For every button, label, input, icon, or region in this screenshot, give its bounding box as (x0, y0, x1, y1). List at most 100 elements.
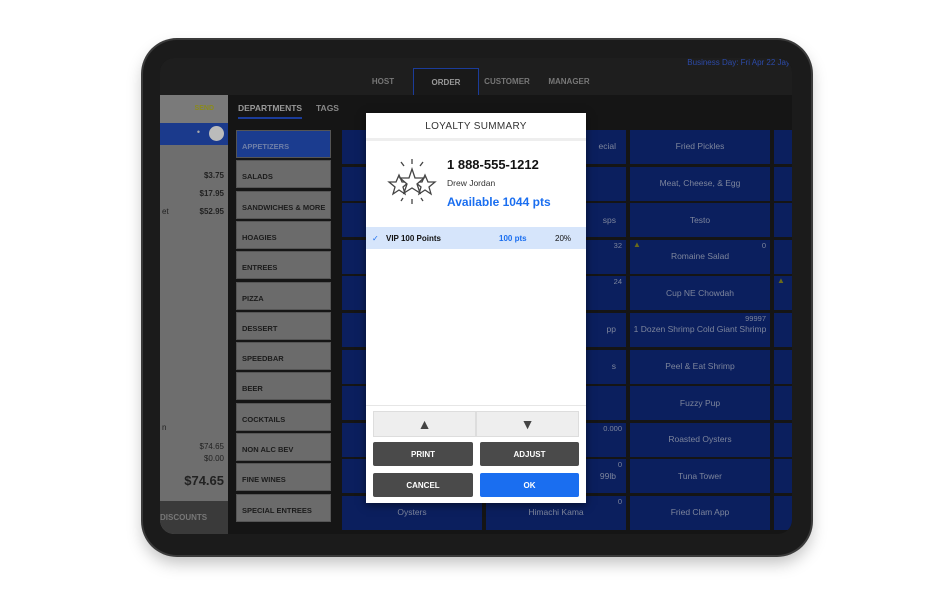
warning-icon: ▲ (633, 239, 641, 249)
menu-item[interactable]: Cup NE Chowdah (630, 276, 770, 311)
customer-phone: 1 888-555-1212 (447, 157, 539, 172)
discounts-button[interactable]: DISCOUNTS (160, 501, 228, 534)
check-icon: ✓ (372, 234, 379, 243)
stars-icon (387, 159, 437, 204)
scroll-up-button[interactable]: ▲ (373, 411, 476, 437)
adjust-button[interactable]: ADJUST (480, 442, 579, 466)
tax: $0.00 (203, 454, 224, 463)
department-special-entrees[interactable]: SPECIAL ENTREES (236, 493, 331, 522)
department-hoagies[interactable]: HOAGIES (236, 220, 331, 249)
menu-item[interactable]: Fried Clam App (630, 496, 770, 530)
tab-departments[interactable]: DEPARTMENTS (238, 103, 303, 119)
customer-bar[interactable]: • (160, 123, 228, 145)
department-dessert[interactable]: DESSERT (236, 311, 331, 340)
menu-item[interactable]: Peel & Eat Shrimp (630, 349, 770, 384)
total: $74.65 (184, 473, 224, 488)
menu-item-label: Romaine Salad (670, 251, 730, 262)
cancel-button[interactable]: CANCEL (373, 473, 473, 497)
menu-item[interactable] (774, 239, 792, 274)
tab-manager[interactable]: MANAGER (536, 68, 602, 95)
note-fragment: n (162, 423, 167, 432)
loyalty-summary-dialog: LOYALTY SUMMARY 1 888-555-1212 Drew Jord… (366, 113, 586, 503)
triangle-down-icon: ▼ (520, 416, 535, 432)
menu-item-label: Fried Pickles (675, 141, 725, 152)
warning-icon: ▲ (777, 276, 785, 286)
business-day: Business Day: Fri Apr 22 Jay (687, 58, 790, 67)
menu-item-label: 1 Dozen Shrimp Cold Giant Shrimp (633, 324, 767, 335)
menu-item-label: Fried Clam App (670, 507, 730, 518)
tab-host[interactable]: HOST (350, 68, 416, 95)
department-entrees[interactable]: ENTREES (236, 251, 331, 280)
menu-item-label: Himachi Kama (528, 507, 584, 518)
menu-item-label: ecial (598, 141, 616, 152)
menu-item[interactable]: Romaine Salad 0 ▲ (630, 239, 770, 274)
customer-name: Drew Jordan (447, 178, 496, 188)
item-count: 32 (613, 240, 622, 250)
tab-order[interactable]: ORDER (413, 68, 479, 95)
menu-item[interactable] (774, 313, 792, 347)
menu-item[interactable] (774, 349, 792, 384)
line-price[interactable]: $52.95 (200, 207, 224, 216)
tab-customer[interactable]: CUSTOMER (474, 68, 540, 95)
menu-item-label: 99lb (599, 470, 616, 481)
item-count: 24 (613, 277, 622, 287)
menu-item[interactable]: Tuna Tower (630, 459, 770, 494)
menu-item-label: sps (602, 214, 616, 225)
ok-button[interactable]: OK (480, 473, 579, 497)
line-name[interactable]: et (162, 207, 169, 216)
item-count: 0 (761, 240, 766, 250)
menu-item[interactable]: Fried Pickles (630, 130, 770, 164)
department-speedbar[interactable]: SPEEDBAR (236, 342, 331, 371)
menu-item[interactable] (774, 203, 792, 238)
reward-name: VIP 100 Points (386, 234, 441, 243)
print-button[interactable]: PRINT (373, 442, 473, 466)
menu-item-label: Oysters (397, 507, 427, 518)
order-panel: SEND • $3.75 $17.95 et $52.95 n $74.65 $… (160, 95, 228, 534)
tab-tags[interactable]: TAGS (316, 103, 339, 113)
menu-item-label: Meat, Cheese, & Egg (659, 177, 741, 188)
menu-item[interactable] (774, 166, 792, 201)
menu-item-label: Cup NE Chowdah (665, 287, 735, 298)
menu-item[interactable] (774, 496, 792, 530)
triangle-up-icon: ▲ (417, 416, 432, 432)
menu-item[interactable]: ▲ (774, 276, 792, 311)
menu-item-label: Testo (689, 214, 711, 225)
department-fine-wines[interactable]: FINE WINES (236, 463, 331, 492)
top-nav: Business Day: Fri Apr 22 Jay HOST ORDER … (160, 58, 792, 95)
menu-item-label: s (611, 360, 616, 371)
scroll-down-button[interactable]: ▼ (476, 411, 579, 437)
department-non-alc-bev[interactable]: NON ALC BEV (236, 433, 331, 461)
menu-item-label: Fuzzy Pup (679, 397, 721, 408)
item-count: 99997 (745, 314, 766, 323)
line-price[interactable]: $17.95 (200, 189, 224, 198)
menu-item-label: Tuna Tower (678, 470, 722, 481)
reward-row[interactable]: ✓ VIP 100 Points 100 pts 20% (366, 227, 586, 249)
department-cocktails[interactable]: COCKTAILS (236, 402, 331, 431)
department-salads[interactable]: SALADS (236, 160, 331, 189)
send-button[interactable]: SEND (195, 105, 214, 112)
dialog-title: LOYALTY SUMMARY (366, 113, 586, 141)
item-count: 0 (617, 460, 622, 470)
user-avatar-icon[interactable] (209, 126, 224, 141)
reward-points: 100 pts (499, 234, 527, 243)
menu-item[interactable]: Testo (630, 203, 770, 238)
menu-item[interactable]: 1 Dozen Shrimp Cold Giant Shrimp 99997 (630, 313, 770, 347)
department-appetizers[interactable]: APPETIZERS (236, 130, 331, 158)
department-pizza[interactable]: PIZZA (236, 281, 331, 310)
menu-item[interactable]: Fuzzy Pup (630, 386, 770, 421)
menu-item-label: pp (606, 324, 616, 335)
available-points: Available 1044 pts (447, 195, 551, 209)
menu-item[interactable]: Roasted Oysters (630, 422, 770, 457)
line-price[interactable]: $3.75 (204, 171, 224, 180)
menu-item[interactable] (774, 422, 792, 457)
reward-discount: 20% (555, 234, 572, 243)
department-sandwiches-more[interactable]: SANDWICHES & MORE (236, 190, 331, 219)
menu-item[interactable] (774, 130, 792, 164)
department-beer[interactable]: BEER (236, 372, 331, 401)
item-count: 0 (617, 497, 622, 506)
menu-item-label: Peel & Eat Shrimp (665, 360, 735, 371)
menu-item[interactable]: Meat, Cheese, & Egg (630, 166, 770, 201)
menu-item[interactable] (774, 386, 792, 421)
menu-item[interactable] (774, 459, 792, 494)
item-count: 0.000 (603, 423, 622, 433)
